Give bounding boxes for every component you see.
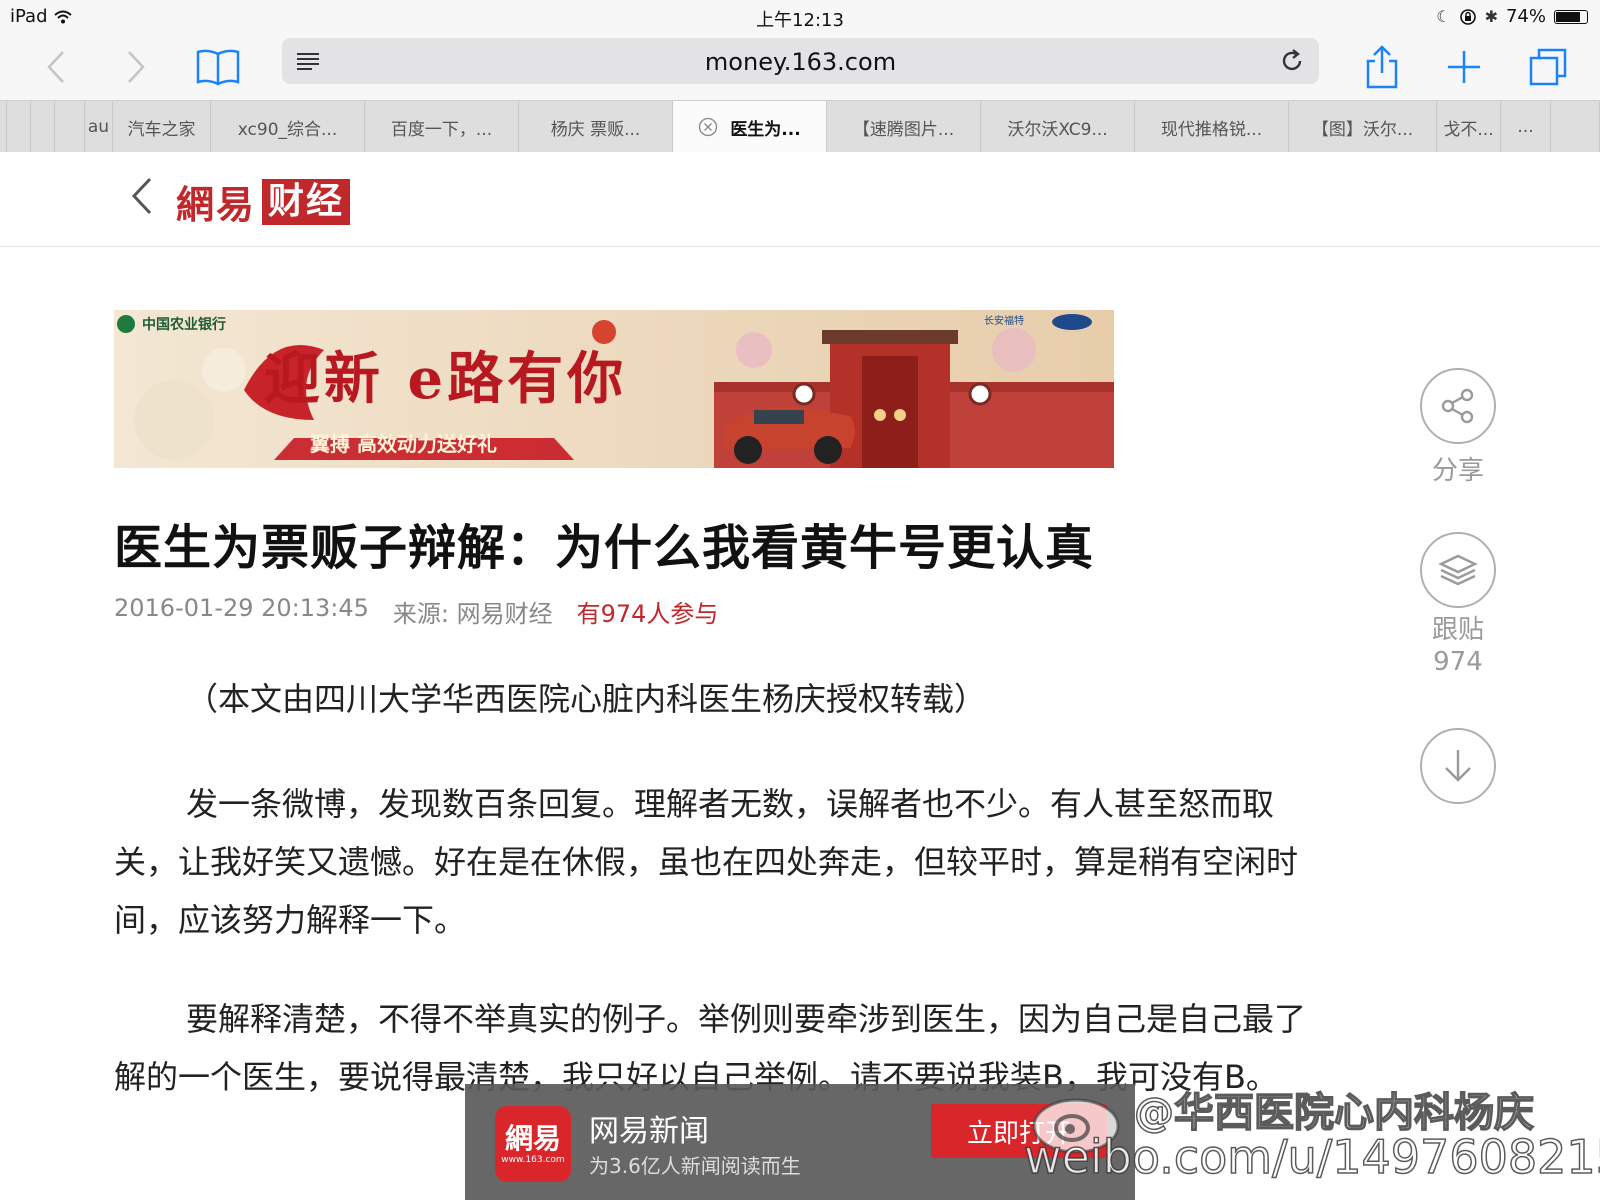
tab-label: xc90_综合... — [237, 119, 338, 140]
share-label: 分享 — [1431, 456, 1484, 486]
participants-link[interactable]: 有974人参与 — [577, 594, 719, 629]
banner-ad[interactable]: 中国农业银行 迎新 e路有你 翼搏 高效动力送好礼 长安福特 — [114, 310, 1114, 468]
logo-wordmark: 網易 — [176, 182, 257, 227]
tab-item[interactable]: 沃尔沃XC9... — [980, 101, 1134, 153]
chevron-right-icon — [128, 51, 145, 83]
browser-toolbar: money.163.com — [0, 34, 1600, 100]
scroll-down-circle[interactable] — [1420, 728, 1496, 804]
tab-label: 戈不... — [1443, 119, 1494, 140]
plus-icon — [1448, 51, 1480, 83]
article-datetime: 2016-01-29 20:13:45 — [114, 594, 369, 622]
article-source: 来源: 网易财经 — [392, 600, 553, 628]
weibo-url: weibo.com/u/1497608215 — [1023, 1129, 1600, 1185]
comments-action[interactable]: 跟贴 974 — [1398, 532, 1518, 678]
article-paragraph: 发一条微博，发现数百条回复。理解者无数，误解者也不少。有人甚至怒而取关，让我好笑… — [114, 775, 1324, 949]
banner-slogan: 迎新 e路有你 — [264, 346, 628, 412]
back-button[interactable] — [36, 34, 76, 100]
tab-strip: au 汽车之家 xc90_综合... 百度一下，... 杨庆 票贩... 医生为… — [0, 100, 1600, 154]
reload-icon[interactable] — [1279, 48, 1305, 74]
tab-item[interactable]: 戈不... — [1436, 101, 1500, 153]
chevron-left-icon — [131, 177, 152, 215]
app-logo-text: 網易 — [504, 1122, 561, 1155]
tab-item[interactable]: xc90_综合... — [210, 101, 364, 153]
site-back-button[interactable] — [128, 176, 154, 220]
tab-stub[interactable] — [6, 101, 30, 153]
tabs-overview-button[interactable] — [1524, 34, 1572, 100]
scroll-down-button[interactable] — [1420, 728, 1496, 804]
tab-item[interactable]: au — [84, 101, 112, 153]
tab-label: 【图】沃尔... — [1311, 119, 1414, 140]
tab-item[interactable]: 现代推格锐... — [1134, 101, 1288, 153]
tab-item[interactable]: 汽车之家 — [112, 101, 210, 153]
tabs-icon — [1529, 48, 1567, 86]
share-circle-button[interactable] — [1420, 368, 1496, 444]
comments-circle-button[interactable] — [1420, 532, 1496, 608]
app-tagline: 为3.6亿人新闻阅读而生 — [589, 1154, 801, 1178]
tab-label: 医生为... — [730, 119, 801, 140]
status-bar: iPad 上午12:13 ☾ ✱ 74% — [0, 0, 1600, 34]
layers-icon — [1438, 554, 1478, 586]
address-bar[interactable]: money.163.com — [282, 38, 1319, 84]
tab-item[interactable]: 百度一下，... — [364, 101, 518, 153]
paragraph-text: （本文由四川大学华西医院心脏内科医生杨庆授权转载） — [186, 680, 987, 718]
banner-bank-name: 中国农业银行 — [142, 317, 226, 333]
tab-item[interactable]: 【图】沃尔... — [1288, 101, 1436, 153]
book-icon — [196, 49, 240, 86]
tab-stub[interactable] — [54, 101, 84, 153]
status-time: 上午12:13 — [756, 10, 844, 31]
tab-item[interactable]: 【速腾图片... — [826, 101, 980, 153]
tab-item[interactable]: ... — [1500, 101, 1550, 153]
paragraph-text: 发一条微博，发现数百条回复。理解者无数，误解者也不少。有人甚至怒而取关，让我好笑… — [114, 785, 1299, 939]
tab-label: 沃尔沃XC9... — [1007, 119, 1108, 140]
app-logo: 網易 www.163.com — [495, 1106, 571, 1182]
bluetooth-icon: ✱ — [1484, 7, 1498, 26]
share-toolbar-button[interactable] — [1360, 34, 1404, 100]
battery-percent: 74% — [1505, 6, 1546, 27]
tab-label: 百度一下，... — [390, 119, 493, 140]
arrow-down-icon — [1445, 750, 1471, 782]
tab-label: au — [87, 117, 110, 137]
close-tab-icon[interactable] — [698, 117, 718, 137]
forward-button[interactable] — [116, 34, 156, 100]
tab-item-active[interactable]: 医生为... — [672, 101, 826, 153]
site-logo[interactable]: 網易 财经 — [176, 174, 351, 229]
share-action[interactable]: 分享 — [1398, 368, 1518, 487]
site-header: 網易 财经 — [0, 152, 1600, 247]
article-meta: 2016-01-29 20:13:45 来源: 网易财经 有974人参与 — [114, 594, 718, 629]
article-paragraph: （本文由四川大学华西医院心脏内科医生杨庆授权转载） — [114, 670, 1324, 728]
article-title: 医生为票贩子辩解：为什么我看黄牛号更认真 — [114, 520, 1095, 576]
status-right: ☾ ✱ 74% — [1436, 6, 1588, 27]
share-nodes-icon — [1441, 388, 1474, 424]
tab-item[interactable]: 杨庆 票贩... — [518, 101, 672, 153]
tab-label: 汽车之家 — [127, 119, 196, 140]
comments-label: 跟贴 — [1431, 615, 1484, 645]
moon-icon: ☾ — [1436, 7, 1451, 26]
tab-label: ... — [1517, 117, 1534, 137]
banner-sub: 翼搏 高效动力送好礼 — [310, 432, 497, 456]
new-tab-button[interactable] — [1442, 34, 1486, 100]
tab-label: 杨庆 票贩... — [550, 119, 641, 140]
battery-icon — [1554, 9, 1588, 24]
app-name: 网易新闻 — [589, 1114, 709, 1149]
chevron-left-icon — [47, 51, 64, 83]
comments-count: 974 — [1433, 647, 1483, 677]
banner-sponsor: 长安福特 — [984, 316, 1024, 327]
rotation-lock-icon — [1459, 8, 1476, 25]
tab-label: 【速腾图片... — [852, 119, 955, 140]
tab-label: 现代推格锐... — [1160, 119, 1263, 140]
url-text: money.163.com — [704, 48, 897, 76]
bookmarks-button[interactable] — [192, 34, 244, 100]
logo-channel: 财经 — [262, 178, 351, 225]
app-logo-sub: www.163.com — [501, 1155, 565, 1165]
share-icon — [1366, 45, 1398, 89]
tab-stub[interactable] — [30, 101, 54, 153]
tab-stub[interactable] — [1550, 101, 1600, 153]
